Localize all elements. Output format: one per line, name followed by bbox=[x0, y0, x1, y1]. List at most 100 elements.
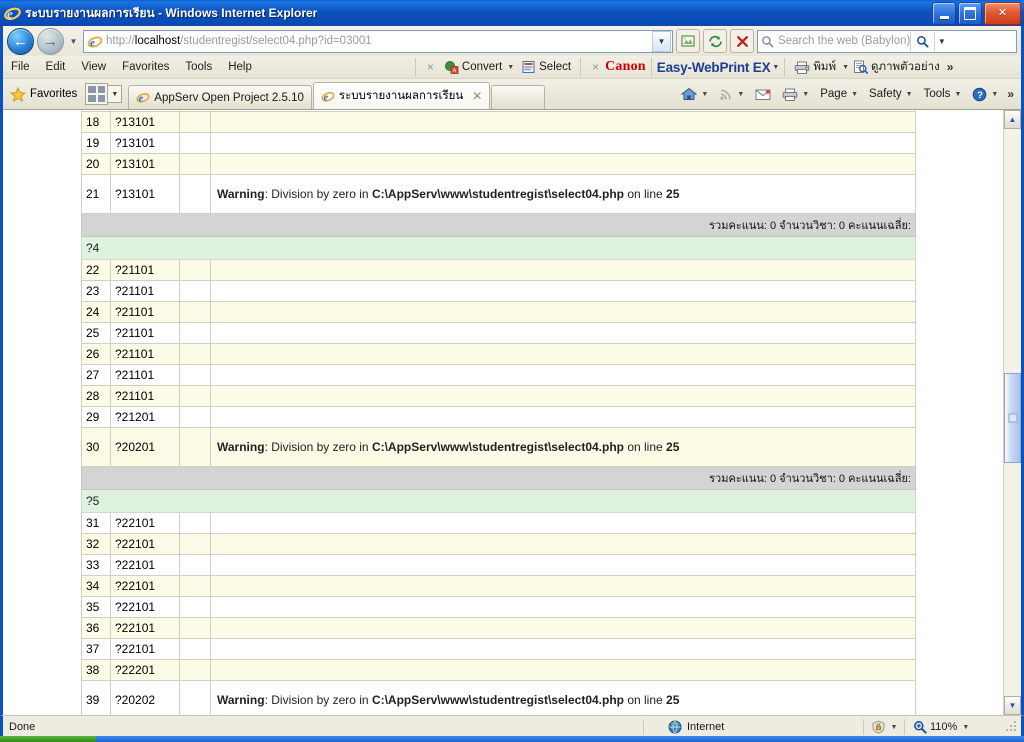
compatibility-view-button[interactable] bbox=[676, 29, 700, 53]
webprint-print-button[interactable]: พิมพ์ bbox=[790, 57, 840, 77]
convert-dropdown-icon[interactable]: ▼ bbox=[507, 64, 514, 71]
star-icon bbox=[10, 87, 26, 102]
scroll-down-button[interactable]: ▼ bbox=[1004, 696, 1021, 715]
feeds-dropdown-icon[interactable]: ▼ bbox=[737, 91, 744, 98]
subject-code: ?22101 bbox=[111, 576, 180, 597]
favorites-bar-button[interactable]: ▼ bbox=[85, 83, 122, 105]
command-bar-overflow-button[interactable]: » bbox=[1004, 87, 1017, 101]
favorites-button[interactable]: Favorites bbox=[8, 83, 85, 105]
menu-item-view[interactable]: View bbox=[73, 57, 114, 77]
row-number: 25 bbox=[82, 323, 111, 344]
grade-cell bbox=[211, 154, 916, 175]
safety-menu-button[interactable]: Safety ▼ bbox=[864, 83, 918, 105]
row-number: 28 bbox=[82, 386, 111, 407]
credit-cell bbox=[180, 302, 211, 323]
print-button[interactable]: ▼ bbox=[777, 83, 814, 105]
recent-pages-dropdown-icon[interactable]: ▼ bbox=[67, 31, 80, 51]
resize-grip[interactable] bbox=[1005, 720, 1019, 734]
page-dropdown-icon[interactable]: ▼ bbox=[851, 91, 858, 98]
subject-code: ?21101 bbox=[111, 260, 180, 281]
tab-favicon-icon-2: e bbox=[321, 90, 335, 103]
close-canon-toolbar-button[interactable]: × bbox=[586, 60, 605, 74]
feeds-button[interactable]: ▼ bbox=[714, 83, 749, 105]
scroll-up-button[interactable]: ▲ bbox=[1004, 110, 1021, 129]
forward-button[interactable]: → bbox=[37, 28, 64, 55]
row-number: 32 bbox=[82, 534, 111, 555]
easy-webprint-dropdown-icon[interactable]: ▼ bbox=[772, 64, 779, 71]
table-row: 39?20202Warning: Division by zero in C:\… bbox=[82, 681, 916, 716]
favorites-grid-icon bbox=[85, 83, 108, 105]
table-row: 26?21101 bbox=[82, 344, 916, 365]
window-controls: ✕ bbox=[932, 2, 1021, 25]
home-button[interactable]: ▼ bbox=[676, 83, 713, 105]
tools-menu-button[interactable]: Tools ▼ bbox=[919, 83, 967, 105]
address-dropdown-icon[interactable]: ▼ bbox=[652, 31, 671, 52]
close-convert-toolbar-button[interactable]: × bbox=[421, 60, 440, 74]
tools-dropdown-icon[interactable]: ▼ bbox=[954, 91, 961, 98]
page-viewport: 17?1310118?1310119?1310120?1310121?13101… bbox=[3, 109, 1021, 715]
convert-button[interactable]: A Convert ▼ bbox=[440, 57, 518, 77]
toolbar-overflow-button[interactable]: » bbox=[944, 60, 957, 74]
search-input[interactable]: Search the web (Babylon) ▼ bbox=[757, 30, 1017, 53]
start-button[interactable] bbox=[0, 736, 96, 742]
subject-code: ?21101 bbox=[111, 344, 180, 365]
grade-cell bbox=[211, 302, 916, 323]
protected-mode-dropdown-icon[interactable]: ▼ bbox=[891, 724, 898, 731]
print-dropdown-icon[interactable]: ▼ bbox=[802, 91, 809, 98]
group-label: ?5 bbox=[82, 490, 916, 513]
vertical-scrollbar[interactable]: ▲ ▼ bbox=[1003, 110, 1021, 715]
page-menu-button[interactable]: Page ▼ bbox=[815, 83, 863, 105]
zoom-control[interactable]: 110% ▼ bbox=[905, 720, 1005, 734]
menu-item-favorites[interactable]: Favorites bbox=[114, 57, 177, 77]
subject-code: ?13101 bbox=[111, 112, 180, 133]
table-row: 32?22101 bbox=[82, 534, 916, 555]
credit-cell bbox=[180, 534, 211, 555]
search-provider-dropdown-icon[interactable]: ▼ bbox=[934, 32, 948, 51]
help-dropdown-icon[interactable]: ▼ bbox=[991, 91, 998, 98]
security-zone[interactable]: Internet bbox=[644, 720, 863, 734]
ie-logo-icon: e bbox=[4, 5, 21, 22]
credit-cell bbox=[180, 660, 211, 681]
grade-cell bbox=[211, 133, 916, 154]
menu-item-help[interactable]: Help bbox=[220, 57, 260, 77]
read-mail-button[interactable] bbox=[750, 83, 776, 105]
tab-appserv[interactable]: e AppServ Open Project 2.5.10 bbox=[128, 85, 312, 109]
tab-close-icon[interactable]: ✕ bbox=[472, 89, 482, 103]
restore-button[interactable] bbox=[958, 2, 982, 25]
page-favicon-icon: e bbox=[87, 34, 103, 49]
address-input[interactable]: e http://localhost/studentregist/select0… bbox=[83, 30, 673, 53]
menu-item-edit[interactable]: Edit bbox=[38, 57, 74, 77]
scroll-track[interactable] bbox=[1004, 129, 1021, 696]
page-menu-label: Page bbox=[820, 88, 847, 100]
grade-report-body: 17?1310118?1310119?1310120?1310121?13101… bbox=[82, 110, 916, 715]
home-dropdown-icon[interactable]: ▼ bbox=[701, 91, 708, 98]
scroll-thumb[interactable] bbox=[1004, 373, 1021, 463]
close-button[interactable]: ✕ bbox=[984, 2, 1021, 25]
webprint-print-dropdown-icon[interactable]: ▼ bbox=[842, 64, 849, 71]
search-go-button[interactable] bbox=[910, 32, 934, 51]
table-row: 27?21101 bbox=[82, 365, 916, 386]
tab-student-report[interactable]: e ระบบรายงานผลการเรียน ✕ bbox=[313, 82, 490, 109]
menu-item-file[interactable]: File bbox=[3, 57, 38, 77]
svg-text:e: e bbox=[323, 92, 328, 103]
minimize-button[interactable] bbox=[932, 2, 956, 25]
stop-button[interactable] bbox=[730, 29, 754, 53]
credit-cell bbox=[180, 597, 211, 618]
zoom-dropdown-icon[interactable]: ▼ bbox=[962, 724, 969, 731]
protected-mode-indicator[interactable]: ▼ bbox=[864, 720, 904, 734]
select-icon bbox=[522, 60, 536, 74]
row-number: 20 bbox=[82, 154, 111, 175]
table-row: 24?21101 bbox=[82, 302, 916, 323]
back-button[interactable]: ← bbox=[7, 28, 34, 55]
help-menu-button[interactable]: ? ▼ bbox=[967, 83, 1003, 105]
menu-item-tools[interactable]: Tools bbox=[177, 57, 220, 77]
grade-cell bbox=[211, 281, 916, 302]
webprint-preview-button[interactable]: ดูภาพตัวอย่าง bbox=[849, 57, 944, 77]
safety-dropdown-icon[interactable]: ▼ bbox=[906, 91, 913, 98]
webprint-print-label: พิมพ์ bbox=[813, 58, 836, 76]
row-number: 26 bbox=[82, 344, 111, 365]
refresh-button[interactable] bbox=[703, 29, 727, 53]
new-tab-button[interactable] bbox=[491, 85, 545, 109]
favorites-bar-dropdown-icon[interactable]: ▼ bbox=[108, 85, 122, 103]
select-button[interactable]: Select bbox=[518, 57, 575, 77]
